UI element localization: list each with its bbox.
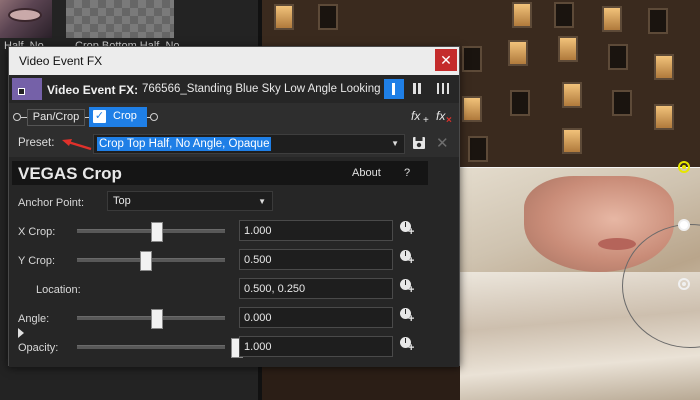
keyframe-animate-icon[interactable]: + — [400, 308, 416, 326]
opacity-input[interactable]: 1.000 — [239, 336, 393, 357]
y-crop-label: Y Crop: — [18, 255, 56, 267]
angle-slider[interactable] — [77, 309, 225, 329]
anchor-point-label: Anchor Point: — [18, 197, 85, 209]
chain-item-pan-crop[interactable]: Pan/Crop — [27, 109, 85, 126]
chevron-down-icon[interactable]: ▼ — [258, 197, 266, 206]
delete-preset-icon[interactable]: ✕ — [436, 134, 449, 152]
preview-lips-shape — [598, 238, 636, 250]
window-shape — [562, 128, 582, 154]
chain-item-label: Crop — [113, 110, 137, 122]
dialog-title: Video Event FX — [19, 54, 103, 68]
window-shape — [562, 82, 582, 108]
chevron-down-icon[interactable]: ▼ — [391, 139, 399, 148]
slider-thumb[interactable] — [151, 309, 163, 329]
crop-center-handle[interactable] — [678, 278, 690, 290]
window-shape — [554, 2, 574, 28]
crop-plugin-panel: VEGAS Crop About ? Anchor Point: Top ▼ X… — [9, 157, 459, 367]
crop-corner-handle[interactable] — [678, 161, 690, 173]
x-crop-slider[interactable] — [77, 222, 225, 242]
fx-bypass-toggle-icon[interactable] — [384, 79, 404, 99]
window-shape — [468, 136, 488, 162]
window-shape — [508, 40, 528, 66]
fx-header-label: Video Event FX: — [47, 83, 139, 97]
dialog-titlebar[interactable]: Video Event FX ✕ — [9, 47, 459, 75]
add-fx-icon[interactable]: fx — [411, 109, 420, 123]
chain-start-node — [13, 113, 21, 121]
preset-label: Preset: — [18, 137, 55, 149]
angle-input[interactable]: 0.000 — [239, 307, 393, 328]
window-shape — [558, 36, 578, 62]
keyframe-animate-icon[interactable]: + — [400, 279, 416, 297]
plugin-header: VEGAS Crop About ? — [12, 161, 428, 185]
chain-item-crop[interactable]: ✓ Crop — [89, 107, 147, 127]
location-label: Location: — [36, 284, 81, 296]
remove-fx-icon[interactable]: fx — [436, 109, 445, 123]
preset-dropdown[interactable]: Crop Top Half, No Angle, Opaque ▼ — [93, 134, 405, 154]
anchor-point-dropdown[interactable]: Top ▼ — [107, 191, 273, 211]
x-crop-label: X Crop: — [18, 226, 56, 238]
chain-end-node — [150, 113, 158, 121]
opacity-slider[interactable] — [77, 338, 243, 358]
location-input[interactable]: 0.500, 0.250 — [239, 278, 393, 299]
plugin-chain-bar: Pan/Crop ✓ Crop fx + fx × — [9, 103, 459, 131]
crop-enable-checkbox[interactable]: ✓ — [93, 110, 106, 123]
slider-thumb[interactable] — [151, 222, 163, 242]
window-shape — [648, 8, 668, 34]
window-shape — [612, 90, 632, 116]
window-shape — [608, 44, 628, 70]
x-crop-input[interactable]: 1.000 — [239, 220, 393, 241]
keyframe-animate-icon[interactable]: + — [400, 250, 416, 268]
preset-value[interactable]: Crop Top Half, No Angle, Opaque — [97, 137, 272, 151]
fx-header-bar: Video Event FX: 766566_Standing Blue Sky… — [9, 75, 459, 103]
window-shape — [274, 4, 294, 30]
close-icon[interactable]: ✕ — [435, 49, 457, 71]
crop-edge-line[interactable] — [460, 167, 700, 168]
window-shape — [318, 4, 338, 30]
help-button[interactable]: ? — [404, 167, 410, 179]
add-fx-plus-icon: + — [423, 115, 429, 126]
preset-bar: Preset: Crop Top Half, No Angle, Opaque … — [9, 131, 459, 157]
anchor-point-value: Top — [113, 195, 131, 207]
video-event-fx-dialog: Video Event FX ✕ Video Event FX: 766566_… — [8, 46, 460, 367]
rotation-handle[interactable] — [678, 219, 690, 231]
media-thumbnail[interactable] — [66, 0, 174, 38]
fx-event-name: 766566_Standing Blue Sky Low Angle Looki… — [142, 83, 382, 95]
window-shape — [602, 6, 622, 32]
window-shape — [654, 104, 674, 130]
y-crop-input[interactable]: 0.500 — [239, 249, 393, 270]
window-shape — [462, 96, 482, 122]
expand-triangle-icon[interactable] — [18, 328, 24, 338]
angle-label: Angle: — [18, 313, 50, 325]
remove-fx-x-icon: × — [446, 115, 452, 126]
about-button[interactable]: About — [352, 167, 381, 179]
opacity-label: Opacity: — [18, 342, 59, 354]
media-thumbnail[interactable] — [0, 0, 52, 38]
window-shape — [510, 90, 530, 116]
plugin-title: VEGAS Crop — [18, 164, 122, 183]
window-shape — [462, 46, 482, 72]
y-crop-slider[interactable] — [77, 251, 225, 271]
plugin-chain-icon[interactable] — [435, 81, 453, 97]
annotation-arrow-icon — [62, 139, 92, 151]
slider-thumb[interactable] — [140, 251, 152, 271]
event-thumbnail — [12, 78, 42, 100]
save-preset-icon[interactable] — [412, 136, 426, 150]
window-shape — [654, 54, 674, 80]
keyframe-animate-icon[interactable]: + — [400, 337, 416, 355]
thumbnail-image — [8, 8, 42, 22]
event-thumbnail-icon — [18, 88, 25, 95]
window-shape — [512, 2, 532, 28]
pause-icon[interactable] — [409, 81, 425, 97]
keyframe-animate-icon[interactable]: + — [400, 221, 416, 239]
